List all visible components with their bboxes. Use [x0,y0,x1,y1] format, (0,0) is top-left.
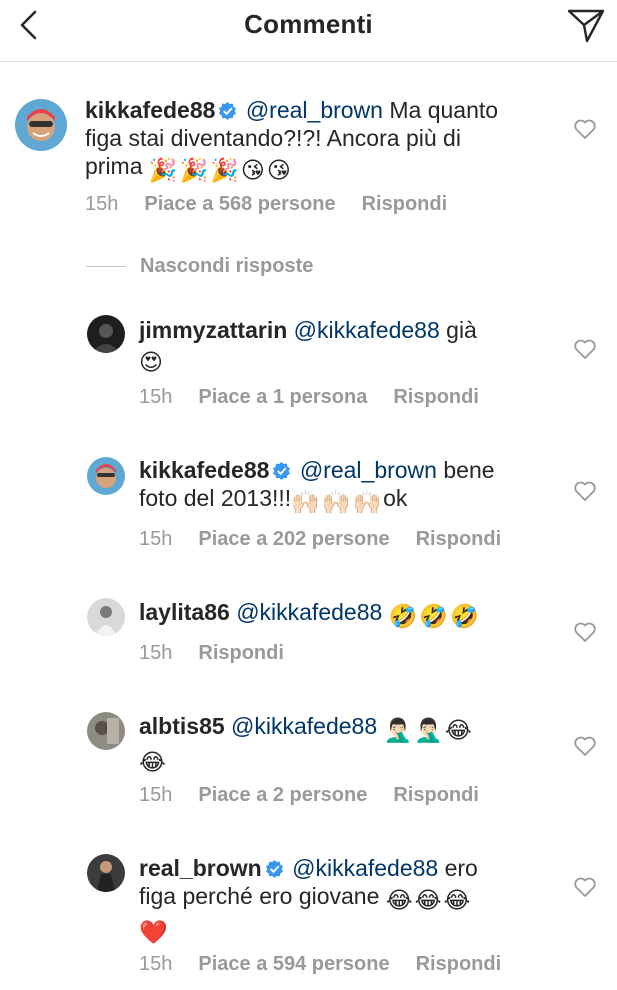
comment-time: 15h [139,642,173,664]
rofl-emoji: 🤣 [419,603,448,629]
top-bar: Commenti [0,0,617,62]
reply-button[interactable]: Rispondi [393,386,479,408]
heart-like-icon[interactable] [573,480,597,502]
avatar[interactable] [87,315,125,353]
likes-count-link[interactable]: Piace a 594 persone [198,953,389,975]
divider-line [86,266,126,268]
reply-button[interactable]: Rispondi [416,953,502,975]
mention-link[interactable]: @real_brown [300,457,437,483]
verified-badge-icon [265,859,283,878]
avatar[interactable] [15,99,67,151]
kiss-emoji: 😘 [240,157,265,183]
comment-username[interactable]: kikkafede88 [85,97,215,123]
avatar[interactable] [87,712,125,750]
comment-text: già [439,317,477,343]
comment-meta: 15h Piace a 1 persona Rispondi [139,386,505,409]
facepalm-emoji: 🤦🏻‍♂️ [414,717,443,743]
comment-text-line2: figa perché ero giovane [139,883,380,909]
comment-time: 15h [139,953,173,975]
comment-meta: 15h Piace a 594 persone Rispondi [139,953,527,976]
heart-eyes-emoji: 😍 [139,349,163,375]
page-title: Commenti [244,9,373,39]
party-emoji: 🎉 [179,157,209,183]
comment-meta: 15h Piace a 2 persone Rispondi [139,784,505,807]
comment-username[interactable]: laylita86 [139,599,230,625]
facepalm-emoji: 🤦🏻‍♂️ [383,717,413,743]
hide-replies-label: Nascondi risposte [140,255,314,277]
reply-button[interactable]: Rispondi [198,642,284,664]
heart-like-icon[interactable] [573,876,597,898]
mention-link[interactable]: @kikkafede88 [294,317,440,343]
raising-hands-emoji: 🙌🏻 [321,489,351,515]
avatar[interactable] [87,854,125,892]
mention-link[interactable]: @kikkafede88 [231,713,377,739]
comment-text-line2: foto del 2013!!! [139,485,292,511]
comment-username[interactable]: albtis85 [139,713,225,739]
reply-button[interactable]: Rispondi [362,193,448,215]
avatar[interactable] [87,457,125,495]
party-emoji: 🎉 [148,157,178,183]
kiss-emoji: 😘 [266,157,291,183]
comment-text-line2: figa stai diventando?!?! Ancora più di [85,125,461,151]
raising-hands-emoji: 🙌🏻 [291,489,320,515]
heart-like-icon[interactable] [573,338,597,360]
heart-like-icon[interactable] [573,735,597,757]
comment-time: 15h [85,193,119,215]
likes-count-link[interactable]: Piace a 202 persone [198,528,389,550]
likes-count-link[interactable]: Piace a 568 persone [144,193,335,215]
mention-link[interactable]: @kikkafede88 [236,599,382,625]
comment-username[interactable]: jimmyzattarin [139,317,287,343]
reply-button[interactable]: Rispondi [416,528,502,550]
comment-time: 15h [139,386,173,408]
comment-username[interactable]: kikkafede88 [139,457,269,483]
comment-meta: 15h Piace a 568 persone Rispondi [85,193,473,216]
comment-text: bene [436,457,495,483]
rofl-emoji: 🤣 [449,603,479,629]
reply-button[interactable]: Rispondi [393,784,479,806]
avatar[interactable] [87,598,125,636]
comment-text-line2-end: ok [383,485,408,511]
comment-text: ero [438,855,478,881]
comment-username[interactable]: real_brown [139,855,262,881]
joy-emoji: 😂 [385,887,413,913]
joy-emoji: 😂 [444,717,472,743]
comment-meta: 15h Piace a 202 persone Rispondi [139,528,527,551]
direct-send-icon[interactable] [565,5,607,45]
party-emoji: 🎉 [210,157,239,183]
heart-like-icon[interactable] [573,118,597,140]
joy-emoji: 😂 [443,887,471,913]
rofl-emoji: 🤣 [388,603,418,629]
verified-badge-icon [273,461,291,480]
comment-text-line3: prima [85,153,143,179]
verified-badge-icon [219,101,237,120]
likes-count-link[interactable]: Piace a 1 persona [198,386,367,408]
hide-replies-button[interactable]: Nascondi risposte [86,255,313,278]
mention-link[interactable]: @kikkafede88 [292,855,438,881]
joy-emoji: 😂 [414,887,442,913]
comment-text: Ma quanto [382,97,499,123]
mention-link[interactable]: @real_brown [246,97,383,123]
comment-time: 15h [139,528,173,550]
raising-hands-emoji: 🙌🏻 [352,489,382,515]
heart-like-icon[interactable] [573,621,597,643]
likes-count-link[interactable]: Piace a 2 persone [198,784,367,806]
comment-meta: 15h Rispondi [139,642,310,665]
heart-emoji: ❤️ [139,919,168,945]
joy-emoji: 😂 [139,749,166,775]
comment-time: 15h [139,784,173,806]
